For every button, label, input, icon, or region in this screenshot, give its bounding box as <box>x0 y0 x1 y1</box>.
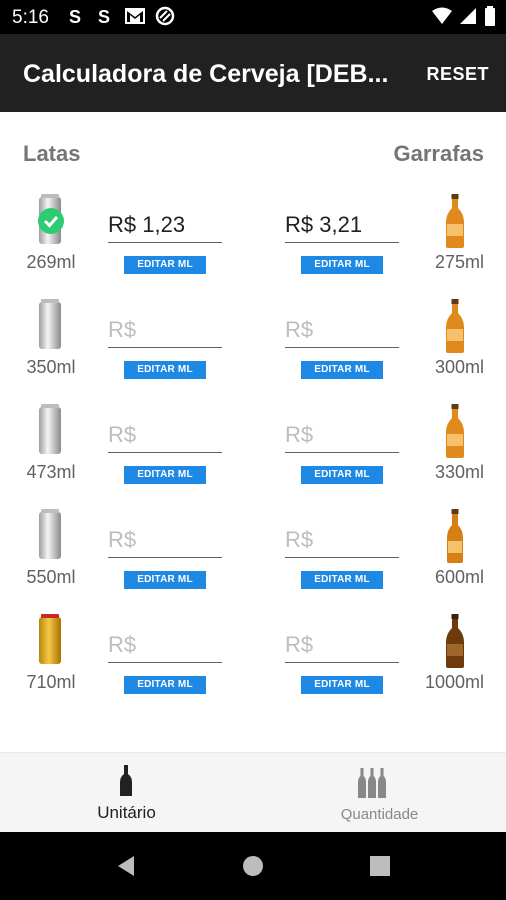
recents-icon[interactable] <box>368 854 392 878</box>
bottle-price-field <box>285 523 399 558</box>
bottle-volume: 600ml <box>434 567 484 587</box>
edit-ml-button[interactable]: EDITAR ML <box>124 361 206 379</box>
can-price-field <box>108 313 222 348</box>
gmail-icon <box>125 8 145 24</box>
nav-unitario-label: Unitário <box>97 803 156 822</box>
home-icon[interactable] <box>241 854 265 878</box>
edit-ml-button[interactable]: EDITAR ML <box>124 466 206 484</box>
bottle-price-input[interactable] <box>285 313 399 347</box>
edit-ml-button[interactable]: EDITAR ML <box>124 676 206 694</box>
can-volume: 550ml <box>26 567 76 587</box>
bottle-price-input[interactable] <box>285 628 399 662</box>
can-price-input[interactable] <box>108 523 222 557</box>
can-volume: 269ml <box>26 252 76 272</box>
back-icon[interactable] <box>114 854 138 878</box>
beer-row: 473ml EDITAR ML EDITAR ML 330ml <box>0 404 506 509</box>
bottle-price-field <box>285 628 399 663</box>
bottle-price-field <box>285 418 399 453</box>
edit-ml-button[interactable]: EDITAR ML <box>301 361 383 379</box>
bottle-volume: 275ml <box>434 252 484 272</box>
can-icon <box>39 614 61 664</box>
bottle-icon <box>447 509 463 563</box>
beer-row: 269ml EDITAR ML EDITAR ML 275ml <box>0 194 506 299</box>
no-disturb-icon <box>155 6 175 26</box>
can-price-input[interactable] <box>108 313 222 347</box>
nav-quantidade-label: Quantidade <box>340 806 419 823</box>
can-volume: 710ml <box>26 672 76 692</box>
can-price-field <box>108 418 222 453</box>
bottom-navigation: Unitário Quantidade <box>0 752 506 833</box>
edit-ml-button[interactable]: EDITAR ML <box>301 256 383 274</box>
bottles-header: Garrafas <box>393 141 484 166</box>
can-price-input[interactable] <box>108 208 222 242</box>
edit-ml-button[interactable]: EDITAR ML <box>124 256 206 274</box>
bottle-volume: 330ml <box>434 462 484 482</box>
can-volume: 473ml <box>26 462 76 482</box>
can-price-input[interactable] <box>108 418 222 452</box>
beer-row: 350ml EDITAR ML EDITAR ML 300ml <box>0 299 506 404</box>
beer-row: 550ml EDITAR ML EDITAR ML 600ml <box>0 509 506 614</box>
bottle-volume: 1000ml <box>424 672 484 692</box>
s-app-icon: S <box>69 7 81 27</box>
bottle-price-input[interactable] <box>285 418 399 452</box>
battery-icon <box>485 6 495 26</box>
nav-quantidade[interactable]: Quantidade <box>253 753 506 833</box>
can-price-input[interactable] <box>108 628 222 662</box>
reset-button[interactable]: RESET <box>426 64 489 85</box>
can-volume: 350ml <box>26 357 76 377</box>
bottle-icon <box>446 404 464 458</box>
system-status-icons <box>432 6 496 26</box>
selected-check-icon <box>38 208 64 234</box>
edit-ml-button[interactable]: EDITAR ML <box>301 466 383 484</box>
edit-ml-button[interactable]: EDITAR ML <box>301 676 383 694</box>
svg-text:S: S <box>69 7 81 27</box>
wifi-icon <box>432 7 452 24</box>
can-icon <box>39 509 61 559</box>
app-bar: Calculadora de Cerveja [DEB... RESET <box>0 34 506 112</box>
nav-unitario[interactable]: Unitário <box>0 753 253 833</box>
single-bottle-icon <box>120 765 132 796</box>
can-price-field <box>108 523 222 558</box>
can-price-field <box>108 628 222 663</box>
system-navigation-bar <box>0 832 506 900</box>
app-title: Calculadora de Cerveja [DEB... <box>23 60 389 88</box>
status-bar: 5:16 S S <box>0 0 506 34</box>
signal-icon <box>460 8 476 24</box>
edit-ml-button[interactable]: EDITAR ML <box>124 571 206 589</box>
bottle-price-field <box>285 313 399 348</box>
bottle-icon <box>446 614 464 668</box>
can-icon <box>39 404 61 454</box>
status-time: 5:16 <box>12 7 49 28</box>
cans-header: Latas <box>23 141 81 166</box>
bottle-volume: 300ml <box>434 357 484 377</box>
bottle-price-field <box>285 208 399 243</box>
s-app-icon: S <box>98 7 110 27</box>
can-icon <box>39 299 61 349</box>
notification-icons: S S <box>66 5 175 27</box>
bottle-price-input[interactable] <box>285 523 399 557</box>
svg-text:S: S <box>98 7 110 27</box>
bottle-price-input[interactable] <box>285 208 399 242</box>
bottle-icon <box>446 299 464 353</box>
beer-row: 710ml EDITAR ML EDITAR ML 1000ml <box>0 614 506 719</box>
edit-ml-button[interactable]: EDITAR ML <box>301 571 383 589</box>
multiple-bottles-icon <box>358 768 386 798</box>
can-price-field <box>108 208 222 243</box>
bottle-icon <box>446 194 464 248</box>
